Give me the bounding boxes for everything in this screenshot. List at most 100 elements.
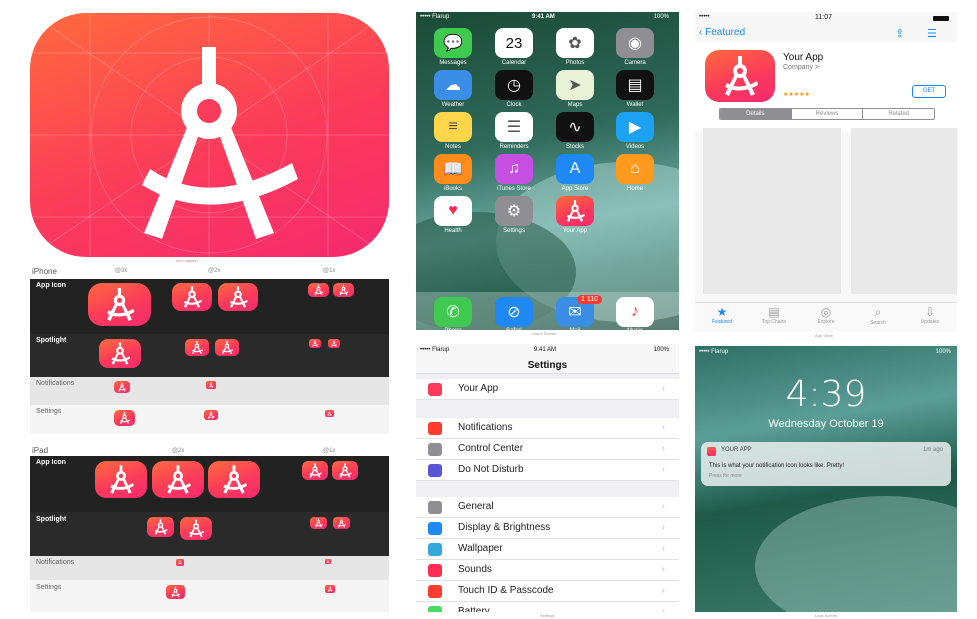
settings-row-icon (428, 522, 442, 535)
dock-label: Safari (489, 328, 539, 330)
store-signal: ••••• (699, 14, 710, 20)
settings-row-general[interactable]: General › (416, 497, 679, 518)
messages-icon[interactable]: 💬 (434, 28, 472, 58)
tab-top-charts[interactable]: ▤ Top Charts (751, 305, 797, 325)
compass-icon (120, 412, 130, 424)
settings-row-wallpaper[interactable]: Wallpaper › (416, 539, 679, 560)
camera-icon[interactable]: ◉ (616, 28, 654, 58)
app-label: iBooks (443, 186, 462, 192)
health-icon[interactable]: ♥ (434, 196, 472, 226)
tab-explore[interactable]: ◎ Explore (803, 305, 849, 325)
chevron-right-icon: › (661, 501, 665, 512)
app-icon-preview (218, 283, 258, 311)
segment-details[interactable]: Details (720, 109, 791, 119)
back-button[interactable]: ‹ Featured (699, 27, 745, 38)
tab-updates[interactable]: ⇩ Updates (907, 305, 953, 325)
share-icon[interactable]: ⇪ (895, 27, 904, 40)
photos-icon[interactable]: ✿ (556, 28, 594, 58)
settings-row-display-brightness[interactable]: Display & Brightness › (416, 518, 679, 539)
app-icon-preview (328, 339, 340, 348)
get-button[interactable]: GET (912, 85, 946, 98)
app-icon-preview (176, 559, 184, 566)
tab-label: Explore (817, 319, 835, 325)
itunes-store-icon[interactable]: ♫ (495, 154, 533, 184)
compass-icon (312, 340, 319, 347)
row-label: Battery (458, 606, 490, 612)
store-company[interactable]: Company > (783, 64, 819, 71)
notif-hint: Press for more (709, 473, 742, 479)
settings-title: Settings (527, 360, 568, 371)
music-icon[interactable]: ♪ (616, 297, 654, 327)
compass-icon (171, 586, 181, 598)
safari-icon[interactable]: ⊘ (495, 297, 533, 327)
app-icon-preview (152, 461, 204, 498)
clock-icon[interactable]: ◷ (495, 70, 533, 100)
app-icon (428, 383, 442, 396)
settings-row-notifications[interactable]: Notifications › (416, 418, 679, 439)
settings-row-icon (428, 422, 442, 435)
settings-row-icon (428, 464, 442, 477)
compass-icon (110, 465, 134, 494)
settings-row-icon (428, 443, 442, 456)
notification-card[interactable]: YOUR APP 1m ago This is what your notifi… (701, 442, 951, 486)
app-icon-preview (333, 517, 350, 529)
settings-row-control-center[interactable]: Control Center › (416, 439, 679, 460)
compass-icon (339, 284, 349, 296)
chevron-right-icon: › (661, 383, 665, 394)
weather-icon[interactable]: ☁ (434, 70, 472, 100)
app-icon-preview (325, 559, 331, 564)
list-icon: ▤ (768, 305, 780, 319)
app-icon-preview (180, 517, 212, 540)
chevron-right-icon: › (661, 464, 665, 475)
segment-related[interactable]: Related (862, 109, 934, 119)
stocks-icon[interactable]: ∿ (556, 112, 594, 142)
row-label: Control Center (458, 443, 524, 454)
app-label: Your App (562, 228, 588, 234)
app-icon-preview (99, 339, 141, 368)
row-label: Spotlight (36, 516, 67, 523)
back-label: Featured (705, 27, 746, 38)
list-icon[interactable]: ☰ (927, 27, 937, 40)
maps-icon[interactable]: ➤ (556, 70, 594, 100)
star-icon: ★ (716, 305, 728, 319)
home-icon[interactable]: ⌂ (616, 154, 654, 184)
notes-icon[interactable]: ≡ (434, 112, 472, 142)
store-time: 11:07 (815, 14, 832, 21)
settings-row-battery[interactable]: Battery › (416, 602, 679, 612)
settings-icon[interactable]: ⚙ (495, 196, 533, 226)
ibooks-icon[interactable]: 📖 (434, 154, 472, 184)
tab-label: Updates (920, 319, 940, 325)
row-label: Notifications (36, 380, 75, 387)
row-label: Spotlight (36, 337, 67, 344)
videos-icon[interactable]: ▶ (616, 112, 654, 142)
segment-reviews[interactable]: Reviews (790, 109, 863, 119)
reminders-icon[interactable]: ☰ (495, 112, 533, 142)
phone-icon[interactable]: ✆ (434, 297, 472, 327)
app-label: Stocks (565, 144, 584, 150)
app-icon-preview (204, 410, 218, 420)
dock-label: Music (610, 328, 660, 330)
row-label: Settings (36, 408, 62, 415)
app-store-icon[interactable]: A (556, 154, 594, 184)
settings-row-sounds[interactable]: Sounds › (416, 560, 679, 581)
calendar-icon[interactable]: 23 (495, 28, 533, 58)
compass-icon (314, 284, 324, 296)
settings-row-do-not-disturb[interactable]: Do Not Disturb › (416, 460, 679, 481)
app-label: Health (444, 228, 462, 234)
compass-icon (222, 340, 233, 355)
row-label: Do Not Disturb (458, 464, 524, 475)
compass-icon (229, 286, 248, 308)
tab-search[interactable]: ⌕ Search (855, 305, 901, 326)
settings-row-touch-id-passcode[interactable]: Touch ID & Passcode › (416, 581, 679, 602)
ipad-title: iPad (32, 446, 49, 455)
tab-label: Top Charts (761, 319, 787, 325)
tab-featured[interactable]: ★ Featured (699, 305, 745, 325)
settings-row-your-app[interactable]: Your App › (416, 379, 679, 400)
clock-time: 9:41 AM (532, 14, 555, 20)
ipad-col-2x: @2x (172, 448, 185, 454)
chevron-right-icon: › (661, 443, 665, 454)
app-label: Home (626, 186, 643, 192)
wallet-icon[interactable]: ▤ (616, 70, 654, 100)
app-label: iTunes Store (497, 186, 531, 192)
app-icon-preview (325, 585, 335, 593)
